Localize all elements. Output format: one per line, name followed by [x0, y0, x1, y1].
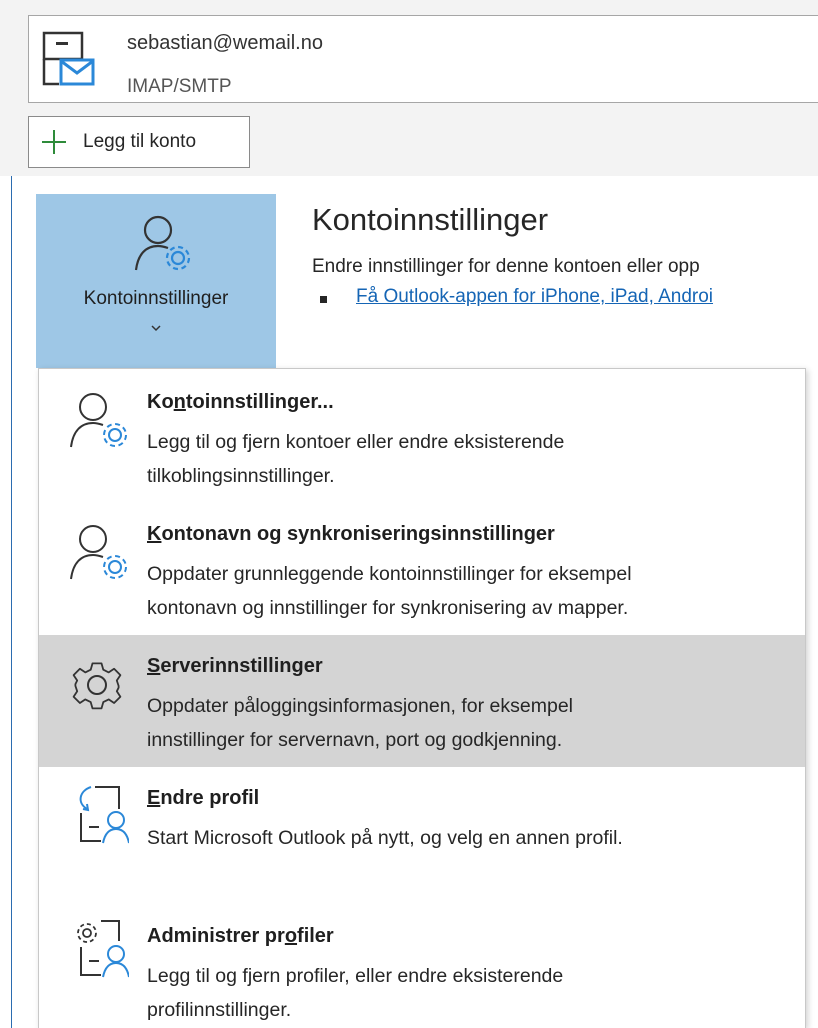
- account-email: sebastian@wemail.no: [127, 32, 323, 54]
- menu-item-title: Kontoinnstillinger...: [147, 391, 334, 413]
- bullet-icon: [320, 296, 327, 303]
- gear-icon: [72, 662, 122, 710]
- menu-item-description: Legg til og fjern kontoer eller endre ek…: [147, 431, 565, 487]
- add-account-label: Legg til konto: [83, 131, 197, 152]
- plus-icon: [42, 130, 66, 154]
- switch-profile-icon: [79, 786, 129, 844]
- menu-item-description: Start Microsoft Outlook på nytt, og velg…: [147, 827, 623, 849]
- menu-item-server-settings[interactable]: Serverinnstillinger Oppdater påloggingsi…: [39, 635, 805, 767]
- add-account-button[interactable]: Legg til konto: [28, 116, 250, 168]
- outlook-app-link[interactable]: Få Outlook-appen for iPhone, iPad, Andro…: [356, 286, 713, 308]
- account-settings-dropdown-button[interactable]: Kontoinnstillinger: [36, 194, 276, 368]
- account-selector[interactable]: sebastian@wemail.no IMAP/SMTP: [28, 15, 818, 103]
- page-title: Kontoinnstillinger: [312, 202, 549, 237]
- person-gear-icon: [70, 525, 127, 580]
- menu-item-description: Oppdater grunnleggende kontoinnstillinge…: [147, 563, 632, 619]
- account-settings-button-label: Kontoinnstillinger: [83, 288, 229, 309]
- person-gear-icon: [134, 215, 191, 271]
- menu-item-account-name-sync[interactable]: Kontonavn og synkroniseringsinnstillinge…: [39, 501, 805, 635]
- menu-item-title: Serverinnstillinger: [147, 655, 323, 677]
- menu-item-title: Endre profil: [147, 787, 260, 809]
- menu-item-title: Administrer profiler: [147, 925, 334, 947]
- person-gear-icon: [70, 393, 127, 448]
- menu-item-title: Kontonavn og synkroniseringsinnstillinge…: [147, 523, 555, 545]
- chevron-down-icon: [151, 325, 161, 332]
- menu-item-change-profile[interactable]: Endre profil Start Microsoft Outlook på …: [39, 767, 805, 905]
- manage-profiles-icon: [77, 920, 129, 978]
- menu-item-manage-profiles[interactable]: Administrer profiler Legg til og fjern p…: [39, 905, 805, 1028]
- menu-item-description: Oppdater påloggingsinformasjonen, for ek…: [147, 695, 574, 751]
- mail-account-icon: [42, 31, 95, 86]
- page-description: Endre innstillinger for denne kontoen el…: [312, 256, 700, 277]
- menu-item-description: Legg til og fjern profiler, eller endre …: [147, 965, 564, 1021]
- menu-item-account-settings[interactable]: Kontoinnstillinger... Legg til og fjern …: [39, 369, 805, 501]
- account-settings-menu: Kontoinnstillinger... Legg til og fjern …: [38, 368, 806, 1028]
- left-panel-edge: [0, 176, 12, 1028]
- account-settings-page: sebastian@wemail.no IMAP/SMTP Legg til k…: [0, 0, 818, 1028]
- account-type: IMAP/SMTP: [127, 76, 232, 97]
